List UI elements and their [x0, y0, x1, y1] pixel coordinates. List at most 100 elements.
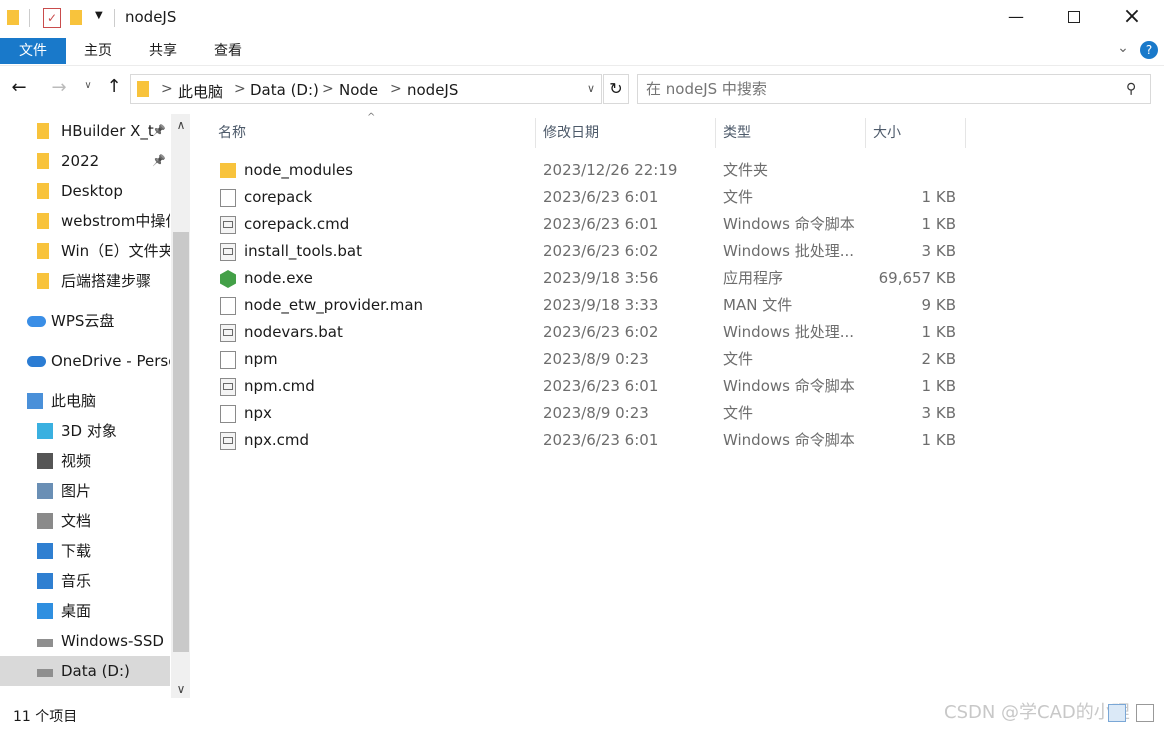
breadcrumb-nodejs[interactable]: nodeJS	[407, 81, 458, 99]
tab-home[interactable]: 主页	[70, 38, 126, 64]
scroll-down-icon[interactable]: ∨	[173, 682, 189, 696]
breadcrumb-node[interactable]: Node	[339, 81, 378, 99]
sidebar-item[interactable]: 3D 对象	[0, 416, 170, 446]
tab-share[interactable]: 共享	[134, 38, 192, 64]
refresh-icon[interactable]: ↻	[603, 74, 629, 104]
sidebar-item[interactable]: 图片	[0, 476, 170, 506]
file-modified: 2023/6/23 6:02	[543, 323, 659, 341]
file-row[interactable]: corepack 2023/6/23 6:01 文件 1 KB	[210, 184, 970, 211]
sidebar-item[interactable]: Win（E）文件夹	[0, 236, 170, 266]
tab-view[interactable]: 查看	[199, 38, 257, 64]
sidebar-scrollbar-thumb[interactable]	[173, 232, 189, 652]
sidebar-item[interactable]: webstrom中操作	[0, 206, 170, 236]
status-bar: 11 个项目 CSDN @学CAD的小理	[0, 700, 1164, 729]
column-header-type[interactable]: 类型	[723, 118, 863, 148]
sidebar-item[interactable]: 音乐	[0, 566, 170, 596]
sidebar-item[interactable]: 下载	[0, 536, 170, 566]
sidebar-item[interactable]: 文档	[0, 506, 170, 536]
pin-icon: 📌	[152, 124, 166, 137]
file-type: 文件夹	[723, 161, 769, 179]
file-modified: 2023/9/18 3:33	[543, 296, 659, 314]
chevron-right-icon: >	[322, 81, 334, 97]
desktop-icon	[37, 603, 53, 619]
sidebar-item[interactable]: 此电脑	[0, 386, 170, 416]
sidebar-item-label: Win（E）文件夹	[61, 242, 170, 260]
file-size: 3 KB	[921, 404, 956, 422]
expand-ribbon-icon[interactable]: ⌄	[1114, 40, 1132, 56]
breadcrumb-this-pc[interactable]: 此电脑	[178, 81, 223, 102]
chevron-right-icon: >	[390, 81, 402, 97]
file-name: node_etw_provider.man	[244, 296, 424, 314]
tab-file[interactable]: 文件	[0, 38, 66, 64]
file-row[interactable]: node.exe 2023/9/18 3:56 应用程序 69,657 KB	[210, 265, 970, 292]
file-modified: 2023/12/26 22:19	[543, 161, 678, 179]
column-header-name[interactable]: 名称	[218, 118, 534, 148]
folder-icon	[220, 163, 236, 178]
watermark: CSDN @学CAD的小理	[944, 702, 1130, 723]
file-modified: 2023/6/23 6:01	[543, 377, 659, 395]
properties-icon[interactable]: ✓	[43, 8, 61, 28]
close-icon[interactable]: ×	[1116, 2, 1148, 32]
recent-locations-icon[interactable]: ∨	[80, 80, 96, 91]
forward-icon[interactable]: →	[48, 77, 70, 98]
file-row[interactable]: nodevars.bat 2023/6/23 6:02 Windows 批处理...…	[210, 319, 970, 346]
sidebar-item[interactable]: 2022 📌	[0, 146, 170, 176]
file-row[interactable]: install_tools.bat 2023/6/23 6:02 Windows 批…	[210, 238, 970, 265]
maximize-icon[interactable]	[1068, 11, 1080, 23]
sidebar-item[interactable]: WPS云盘	[0, 306, 170, 336]
search-box[interactable]: ⚲	[637, 74, 1151, 104]
minimize-icon[interactable]: —	[1000, 2, 1032, 32]
sidebar-item[interactable]: Data (D:)	[0, 656, 170, 686]
large-icons-view-icon[interactable]	[1136, 704, 1154, 722]
file-row[interactable]: npx.cmd 2023/6/23 6:01 Windows 命令脚本 1 KB	[210, 427, 970, 454]
file-name: npm.cmd	[244, 377, 315, 395]
file-row[interactable]: node_etw_provider.man 2023/9/18 3:33 MAN 文…	[210, 292, 970, 319]
new-folder-icon[interactable]	[70, 10, 82, 25]
sidebar-item-label: Data (D:)	[61, 662, 130, 680]
customize-quick-access-icon[interactable]: ▼	[95, 10, 103, 21]
computer-icon	[27, 393, 43, 409]
file-row[interactable]: npm 2023/8/9 0:23 文件 2 KB	[210, 346, 970, 373]
back-icon[interactable]: ←	[8, 77, 30, 98]
title-bar: ✓ ▼ nodeJS — ×	[0, 0, 1164, 36]
sidebar-item-label: webstrom中操作	[61, 212, 170, 230]
sidebar-item[interactable]: HBuilder X_t 📌	[0, 116, 170, 146]
address-bar[interactable]: > 此电脑 > Data (D:) > Node > nodeJS ∨	[130, 74, 602, 104]
script-icon	[220, 216, 236, 234]
sidebar-item-label: 音乐	[61, 572, 92, 590]
file-row[interactable]: npm.cmd 2023/6/23 6:01 Windows 命令脚本 1 KB	[210, 373, 970, 400]
address-dropdown-icon[interactable]: ∨	[583, 82, 599, 95]
file-modified: 2023/9/18 3:56	[543, 269, 659, 287]
column-header-size[interactable]: 大小	[873, 118, 963, 148]
sidebar-item-label: 后端搭建步骤	[61, 272, 152, 290]
column-header-modified[interactable]: 修改日期	[543, 118, 713, 148]
search-input[interactable]	[646, 79, 1116, 99]
onedrive-icon	[27, 356, 46, 367]
sidebar-item[interactable]: Desktop	[0, 176, 170, 206]
folder-icon	[37, 183, 49, 199]
file-type: 文件	[723, 404, 754, 422]
file-row[interactable]: corepack.cmd 2023/6/23 6:01 Windows 命令脚本 1 …	[210, 211, 970, 238]
script-icon	[220, 243, 236, 261]
file-type: Windows 命令脚本	[723, 431, 855, 449]
help-icon[interactable]: ?	[1140, 41, 1158, 59]
scroll-up-icon[interactable]: ∧	[173, 118, 189, 132]
file-row[interactable]: node_modules 2023/12/26 22:19 文件夹	[210, 157, 970, 184]
file-name: npx	[244, 404, 272, 422]
file-type: Windows 命令脚本	[723, 215, 855, 233]
sidebar-item[interactable]: 后端搭建步骤	[0, 266, 170, 296]
sidebar-item[interactable]: 桌面	[0, 596, 170, 626]
file-modified: 2023/6/23 6:01	[543, 215, 659, 233]
up-icon[interactable]: ↑	[104, 76, 124, 97]
sidebar-item-label: 此电脑	[51, 392, 97, 410]
sidebar-item[interactable]: Windows-SSD (	[0, 626, 170, 656]
sidebar-item[interactable]: 视频	[0, 446, 170, 476]
file-name: corepack	[244, 188, 313, 206]
sidebar-item[interactable]: OneDrive - Personal	[0, 346, 170, 376]
chevron-right-icon: >	[234, 81, 246, 97]
file-name: node_modules	[244, 161, 353, 179]
details-view-icon[interactable]	[1108, 704, 1126, 722]
breadcrumb-data-drive[interactable]: Data (D:)	[250, 81, 319, 99]
search-icon[interactable]: ⚲	[1126, 81, 1136, 97]
file-row[interactable]: npx 2023/8/9 0:23 文件 3 KB	[210, 400, 970, 427]
